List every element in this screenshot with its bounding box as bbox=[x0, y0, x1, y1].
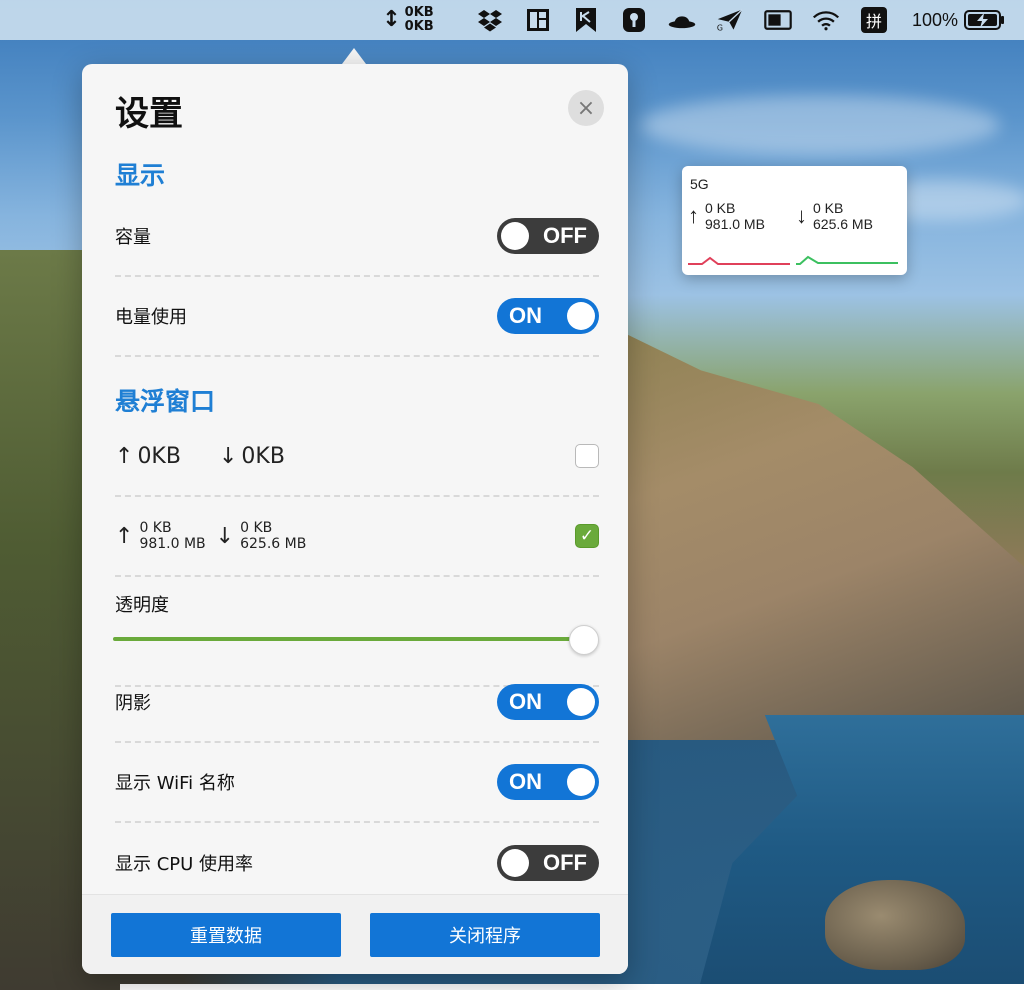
format-detailed-row: ↑ 0 KB 981.0 MB ↓ 0 KB 625.6 MB ✓ bbox=[115, 497, 599, 577]
floating-download-total: 625.6 MB bbox=[813, 216, 873, 232]
paper-plane-icon[interactable]: G bbox=[716, 7, 744, 33]
shadow-toggle[interactable]: ON bbox=[497, 684, 599, 720]
keychain-icon[interactable] bbox=[620, 7, 648, 33]
toggle-state-text: ON bbox=[509, 769, 542, 794]
wifi-ssid: 5G bbox=[690, 176, 709, 192]
opacity-slider-track[interactable] bbox=[113, 637, 583, 641]
dropbox-icon[interactable] bbox=[476, 7, 504, 33]
checkmark-icon: ✓ bbox=[579, 526, 595, 546]
toggle-knob bbox=[501, 849, 529, 877]
close-icon: × bbox=[576, 95, 596, 121]
power-usage-label: 电量使用 bbox=[115, 307, 187, 328]
section-title-floating: 悬浮窗口 bbox=[115, 387, 216, 416]
toggle-knob bbox=[567, 688, 595, 716]
up-arrow-icon: ↑ bbox=[688, 203, 699, 228]
format-simple-row: ↑ 0KB ↓ 0KB bbox=[115, 417, 599, 497]
opacity-slider-thumb[interactable] bbox=[569, 625, 599, 655]
floating-upload: ↑ 0 KB 981.0 MB bbox=[688, 200, 765, 232]
layout-icon[interactable] bbox=[524, 7, 552, 33]
battery-charging-icon[interactable] bbox=[964, 0, 1006, 40]
menu-bar: ↕ 0KB 0KB G 拼 100% bbox=[0, 0, 1024, 40]
format-detailed-down-speed: 0 KB bbox=[240, 520, 273, 536]
section-title-display: 显示 bbox=[115, 161, 166, 190]
shadow-label: 阴影 bbox=[115, 693, 151, 714]
power-usage-row: 电量使用 ON bbox=[115, 277, 599, 357]
menubar-upload-speed: 0KB bbox=[404, 5, 434, 20]
capacity-row: 容量 OFF bbox=[115, 197, 599, 277]
format-simple-checkbox[interactable] bbox=[575, 444, 599, 468]
panel-title: 设置 bbox=[115, 94, 183, 134]
toggle-state-text: OFF bbox=[543, 850, 587, 875]
settings-panel: 设置 × 显示 容量 OFF 电量使用 ON 悬浮窗口 ↑ 0KB ↓ 0KB … bbox=[82, 64, 628, 974]
down-arrow-icon: ↓ bbox=[215, 523, 235, 549]
cpu-usage-label: 显示 CPU 使用率 bbox=[115, 854, 254, 875]
floating-upload-total: 981.0 MB bbox=[705, 216, 765, 232]
format-detailed-preview: ↑ 0 KB 981.0 MB ↓ 0 KB 625.6 MB bbox=[115, 520, 310, 552]
format-detailed-checkbox[interactable]: ✓ bbox=[575, 524, 599, 548]
quit-app-button[interactable]: 关闭程序 bbox=[370, 913, 600, 957]
opacity-label: 透明度 bbox=[115, 595, 169, 616]
wallpaper-cloud bbox=[640, 95, 1000, 155]
speed-sparklines bbox=[688, 255, 898, 265]
format-detailed-up-speed: 0 KB bbox=[139, 520, 172, 536]
close-button[interactable]: × bbox=[568, 90, 604, 126]
toggle-knob bbox=[567, 768, 595, 796]
format-simple-preview: ↑ 0KB ↓ 0KB bbox=[115, 444, 285, 469]
power-usage-toggle[interactable]: ON bbox=[497, 298, 599, 334]
wallpaper-rock bbox=[825, 880, 965, 970]
app-k-icon[interactable] bbox=[572, 7, 600, 33]
menubar-download-speed: 0KB bbox=[404, 19, 434, 34]
toggle-state-text: ON bbox=[509, 303, 542, 328]
up-arrow-icon: ↑ bbox=[115, 443, 134, 469]
wifi-name-toggle[interactable]: ON bbox=[497, 764, 599, 800]
down-arrow-icon: ↓ bbox=[796, 203, 807, 228]
floating-upload-speed: 0 KB bbox=[705, 200, 736, 216]
up-down-arrow-icon: ↕ bbox=[382, 7, 401, 32]
floating-speed-window[interactable]: 5G ↑ 0 KB 981.0 MB ↓ 0 KB 625.6 MB bbox=[682, 166, 907, 275]
toggle-knob bbox=[567, 302, 595, 330]
toggle-state-text: OFF bbox=[543, 223, 587, 248]
net-speed-menu-item[interactable]: ↕ 0KB 0KB bbox=[376, 0, 440, 40]
format-detailed-up-total: 981.0 MB bbox=[139, 536, 206, 552]
format-simple-up: 0KB bbox=[137, 443, 181, 469]
bowler-hat-icon[interactable] bbox=[668, 7, 696, 33]
toggle-state-text: ON bbox=[509, 689, 542, 714]
wifi-name-label: 显示 WiFi 名称 bbox=[115, 773, 235, 794]
floating-download: ↓ 0 KB 625.6 MB bbox=[796, 200, 873, 232]
cpu-usage-row: 显示 CPU 使用率 OFF bbox=[115, 823, 599, 903]
battery-percent[interactable]: 100% bbox=[912, 0, 958, 40]
up-arrow-icon: ↑ bbox=[115, 523, 134, 549]
popover-caret bbox=[342, 48, 366, 64]
format-detailed-down-total: 625.6 MB bbox=[240, 536, 307, 552]
display-icon[interactable] bbox=[764, 7, 792, 33]
reset-data-button[interactable]: 重置数据 bbox=[111, 913, 341, 957]
format-simple-down: 0KB bbox=[241, 443, 285, 469]
panel-footer: 重置数据 关闭程序 bbox=[82, 894, 628, 974]
input-method-icon[interactable]: 拼 bbox=[860, 7, 888, 33]
cpu-usage-toggle[interactable]: OFF bbox=[497, 845, 599, 881]
wifi-name-row: 显示 WiFi 名称 ON bbox=[115, 743, 599, 823]
shadow-row: 阴影 ON bbox=[115, 663, 599, 743]
capacity-toggle[interactable]: OFF bbox=[497, 218, 599, 254]
capacity-label: 容量 bbox=[115, 227, 151, 248]
down-arrow-icon: ↓ bbox=[218, 443, 238, 469]
toggle-knob bbox=[501, 222, 529, 250]
svg-text:G: G bbox=[717, 24, 723, 33]
floating-download-speed: 0 KB bbox=[813, 200, 844, 216]
wifi-icon[interactable] bbox=[812, 7, 840, 33]
